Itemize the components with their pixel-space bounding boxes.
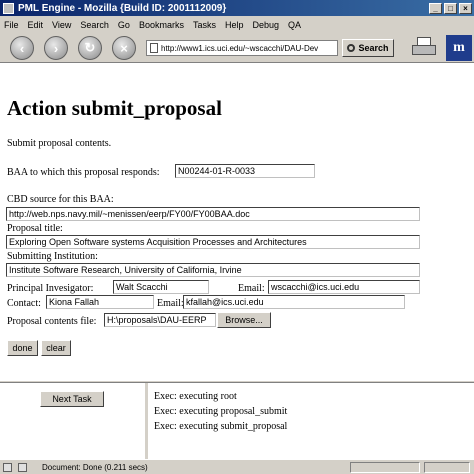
maximize-button[interactable]: □ <box>444 2 457 14</box>
proposal-title-input[interactable]: Exploring Open Software systems Acquisit… <box>6 235 420 249</box>
baa-input[interactable]: N00244-01-R-0033 <box>175 164 315 178</box>
menu-search[interactable]: Search <box>80 20 109 30</box>
menu-bookmarks[interactable]: Bookmarks <box>139 20 184 30</box>
security-icon <box>18 462 27 472</box>
app-icon <box>3 2 14 14</box>
menu-debug[interactable]: Debug <box>252 20 279 30</box>
page-title: Action submit_proposal <box>7 96 222 120</box>
task-frame: Next Task <box>0 383 148 459</box>
status-bar: Document: Done (0.211 secs) <box>0 459 474 474</box>
menu-qa[interactable]: QA <box>288 20 301 30</box>
search-icon <box>347 44 356 52</box>
print-icon[interactable] <box>412 37 436 59</box>
pi-label: Principal Invesigator: <box>7 283 94 294</box>
log-frame: Exec: executing root Exec: executing pro… <box>148 383 474 459</box>
baa-label: BAA to which this proposal responds: <box>7 167 160 178</box>
contact-email-label: Email: <box>157 298 184 309</box>
mozilla-logo-icon: m <box>446 35 472 61</box>
cbd-label: CBD source for this BAA: <box>7 194 114 205</box>
menu-file[interactable]: File <box>4 20 19 30</box>
status-text: Document: Done (0.211 secs) <box>42 462 148 472</box>
pi-input[interactable]: Walt Scacchi <box>113 280 209 294</box>
close-button[interactable]: × <box>459 2 472 14</box>
reload-icon[interactable]: ↻ <box>78 36 102 60</box>
window-title: PML Engine - Mozilla {Build ID: 20011120… <box>18 2 227 14</box>
url-bar[interactable]: http://www1.ics.uci.edu/~wscacchi/DAU-De… <box>146 40 338 56</box>
search-button[interactable]: Search <box>342 39 394 57</box>
pi-email-input[interactable]: wscacchi@ics.uci.edu <box>268 280 420 294</box>
cbd-input[interactable]: http://web.nps.navy.mil/~menissen/eerp/F… <box>6 207 420 221</box>
status-segment <box>424 462 470 473</box>
contact-input[interactable]: Kiona Fallah <box>46 295 154 309</box>
back-icon[interactable]: ‹ <box>10 36 34 60</box>
minimize-button[interactable]: _ <box>429 2 442 14</box>
search-button-label: Search <box>358 43 389 53</box>
next-task-button[interactable]: Next Task <box>40 391 104 407</box>
menu-bar: File Edit View Search Go Bookmarks Tasks… <box>0 16 474 33</box>
log-line: Exec: executing root <box>154 391 237 402</box>
forward-icon[interactable]: › <box>44 36 68 60</box>
clear-button[interactable]: clear <box>41 340 71 356</box>
stop-icon[interactable]: × <box>112 36 136 60</box>
menu-tasks[interactable]: Tasks <box>193 20 216 30</box>
pi-email-label: Email: <box>238 283 265 294</box>
log-line: Exec: executing submit_proposal <box>154 421 288 432</box>
menu-view[interactable]: View <box>52 20 71 30</box>
menu-go[interactable]: Go <box>118 20 130 30</box>
main-content: Action submit_proposal Submit proposal c… <box>0 64 474 380</box>
menu-help[interactable]: Help <box>225 20 244 30</box>
institution-label: Submitting Institution: <box>7 251 98 262</box>
institution-input[interactable]: Institute Software Research, University … <box>6 263 420 277</box>
online-status-icon <box>3 462 12 472</box>
title-bar: PML Engine - Mozilla {Build ID: 20011120… <box>0 0 474 16</box>
menu-edit[interactable]: Edit <box>28 20 44 30</box>
proposal-title-label: Proposal title: <box>7 223 63 234</box>
intro-text: Submit proposal contents. <box>7 138 112 149</box>
log-line: Exec: executing proposal_submit <box>154 406 288 417</box>
progress-segment <box>350 462 420 473</box>
page-icon <box>150 43 158 53</box>
done-button[interactable]: done <box>7 340 38 356</box>
file-label: Proposal contents file: <box>7 316 97 327</box>
browse-button[interactable]: Browse... <box>217 312 271 328</box>
file-input[interactable]: H:\proposals\DAU-EERP <box>104 313 216 327</box>
navigation-toolbar: ‹ › ↻ × http://www1.ics.uci.edu/~wscacch… <box>0 33 474 63</box>
url-text: http://www1.ics.uci.edu/~wscacchi/DAU-De… <box>161 43 319 53</box>
contact-label: Contact: <box>7 298 41 309</box>
contact-email-input[interactable]: kfallah@ics.uci.edu <box>183 295 405 309</box>
